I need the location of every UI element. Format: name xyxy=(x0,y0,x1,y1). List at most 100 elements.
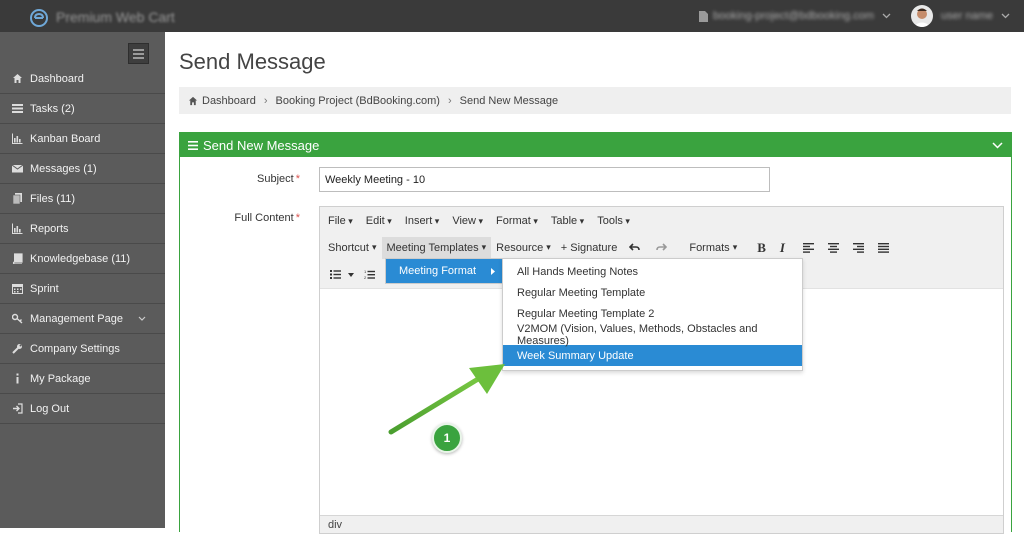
subject-label: Subject * xyxy=(180,173,300,185)
breadcrumb-separator: › xyxy=(263,94,268,107)
sidebar-item-dashboard[interactable]: Dashboard xyxy=(0,64,165,94)
meeting-format-label: Meeting Format xyxy=(399,265,477,277)
numbered-list-icon[interactable]: 12 xyxy=(364,269,375,280)
sidebar-item-label: Dashboard xyxy=(30,72,84,85)
sidebar-item-label: Company Settings xyxy=(30,342,120,355)
menu-bars-icon xyxy=(188,140,198,150)
required-asterisk: * xyxy=(295,173,300,185)
menu-table[interactable]: Table xyxy=(551,215,584,227)
logout-icon xyxy=(13,403,23,414)
brand-name: Premium Web Cart xyxy=(56,9,175,25)
align-right-icon[interactable] xyxy=(852,242,864,253)
sidebar-item-label: Log Out xyxy=(30,402,70,415)
redo-icon[interactable] xyxy=(656,242,668,253)
sidebar-item-tasks[interactable]: Tasks (2) xyxy=(0,94,165,124)
menu-insert[interactable]: Insert xyxy=(405,215,440,227)
editor-statusbar: div xyxy=(320,515,1003,533)
key-icon xyxy=(12,313,23,324)
undo-icon[interactable] xyxy=(629,242,641,253)
formats-dropdown[interactable]: Formats xyxy=(689,242,737,254)
submenu-arrow-icon xyxy=(491,268,495,275)
sidebar-item-knowledgebase[interactable]: Knowledgebase (11) xyxy=(0,244,165,274)
required-asterisk: * xyxy=(295,212,300,224)
menu-edit[interactable]: Edit xyxy=(366,215,392,227)
sidebar-item-label: Reports xyxy=(30,222,69,235)
bullet-list-icon[interactable] xyxy=(330,269,341,280)
page-title: Send Message xyxy=(179,49,326,74)
template-item-selected[interactable]: Week Summary Update xyxy=(503,345,802,366)
bullet-list-dropdown-icon[interactable] xyxy=(348,272,354,277)
italic-button[interactable]: I xyxy=(780,240,785,256)
sidebar-item-label: Files (11) xyxy=(30,192,76,205)
bold-button[interactable]: B xyxy=(757,240,766,256)
sidebar-item-my-package[interactable]: My Package xyxy=(0,364,165,394)
editor-menubar: File Edit Insert View Format Table Tools xyxy=(320,207,1003,234)
template-item[interactable]: Regular Meeting Template 2 xyxy=(503,303,802,324)
username[interactable]: user name xyxy=(941,10,993,22)
envelope-icon xyxy=(12,164,23,173)
top-bar: Premium Web Cart booking-project@bdbooki… xyxy=(0,0,1024,32)
subject-input[interactable] xyxy=(319,167,770,192)
user-avatar-icon xyxy=(911,5,934,27)
menu-format[interactable]: Format xyxy=(496,215,538,227)
menu-file[interactable]: File xyxy=(328,215,353,227)
user-menu-chevron-icon[interactable] xyxy=(1001,13,1010,19)
chart-icon xyxy=(12,223,23,234)
meeting-format-menu-item[interactable]: Meeting Format xyxy=(386,259,502,283)
align-center-icon[interactable] xyxy=(827,242,839,253)
brand[interactable]: Premium Web Cart xyxy=(28,6,175,28)
sidebar-item-label: Tasks (2) xyxy=(30,102,75,115)
menu-tools[interactable]: Tools xyxy=(597,215,630,227)
sidebar-item-label: Sprint xyxy=(30,282,59,295)
info-icon xyxy=(16,373,19,384)
template-item[interactable]: Regular Meeting Template xyxy=(503,282,802,303)
sidebar-item-kanban[interactable]: Kanban Board xyxy=(0,124,165,154)
panel-header: Send New Message xyxy=(180,133,1011,157)
collapse-chevron-icon[interactable] xyxy=(992,142,1003,149)
sidebar-item-log-out[interactable]: Log Out xyxy=(0,394,165,424)
menu-view[interactable]: View xyxy=(452,215,483,227)
tasks-icon xyxy=(12,104,23,113)
signature-button[interactable]: + Signature xyxy=(561,242,618,254)
template-item[interactable]: V2MOM (Vision, Values, Methods, Obstacle… xyxy=(503,323,802,347)
breadcrumb-dashboard-link[interactable]: Dashboard xyxy=(202,95,256,107)
breadcrumb-current: Send New Message xyxy=(459,94,559,107)
chevron-down-icon[interactable] xyxy=(882,13,891,19)
sidebar-item-company-settings[interactable]: Company Settings xyxy=(0,334,165,364)
brand-logo-icon xyxy=(30,9,48,27)
book-icon xyxy=(12,253,23,264)
element-path: div xyxy=(328,518,343,531)
sidebar-item-management-page[interactable]: Management Page xyxy=(0,304,165,334)
document-icon xyxy=(699,10,709,22)
sidebar-item-sprint[interactable]: Sprint xyxy=(0,274,165,304)
home-icon xyxy=(188,96,198,105)
align-left-icon[interactable] xyxy=(802,242,814,253)
sidebar: Dashboard Tasks (2) Kanban Board Message… xyxy=(0,32,165,528)
subject-label-text: Subject xyxy=(257,173,294,185)
sidebar-menu: Dashboard Tasks (2) Kanban Board Message… xyxy=(0,64,165,424)
meeting-format-submenu: All Hands Meeting Notes Regular Meeting … xyxy=(502,258,803,371)
editor-toolbar: Shortcut Meeting Templates Resource + Si… xyxy=(320,234,1003,261)
sidebar-item-reports[interactable]: Reports xyxy=(0,214,165,244)
sidebar-item-label: My Package xyxy=(30,372,91,385)
meeting-templates-dropdown[interactable]: Meeting Templates xyxy=(381,236,492,259)
align-justify-icon[interactable] xyxy=(877,242,889,253)
full-content-label-text: Full Content xyxy=(234,212,294,224)
resource-dropdown[interactable]: Resource xyxy=(496,242,551,254)
sidebar-item-files[interactable]: Files (11) xyxy=(0,184,165,214)
breadcrumb: Dashboard › Booking Project (BdBooking.c… xyxy=(179,87,1011,114)
breadcrumb-project-link[interactable]: Booking Project (BdBooking.com) xyxy=(276,95,440,107)
svg-text:2: 2 xyxy=(364,275,367,280)
home-icon xyxy=(13,74,22,83)
calendar-icon xyxy=(12,284,23,294)
sidebar-item-messages[interactable]: Messages (1) xyxy=(0,154,165,184)
project-email-selector[interactable]: booking-project@bdbooking.com xyxy=(713,10,874,22)
top-right-area: booking-project@bdbooking.com user name xyxy=(699,4,1010,28)
chevron-down-icon xyxy=(138,316,146,321)
shortcut-dropdown[interactable]: Shortcut xyxy=(328,242,377,254)
full-content-label: Full Content * xyxy=(180,212,300,224)
sidebar-toggle-button[interactable] xyxy=(128,43,149,64)
template-item[interactable]: All Hands Meeting Notes xyxy=(503,261,802,282)
svg-text:1: 1 xyxy=(364,269,367,274)
avatar[interactable] xyxy=(911,5,934,27)
